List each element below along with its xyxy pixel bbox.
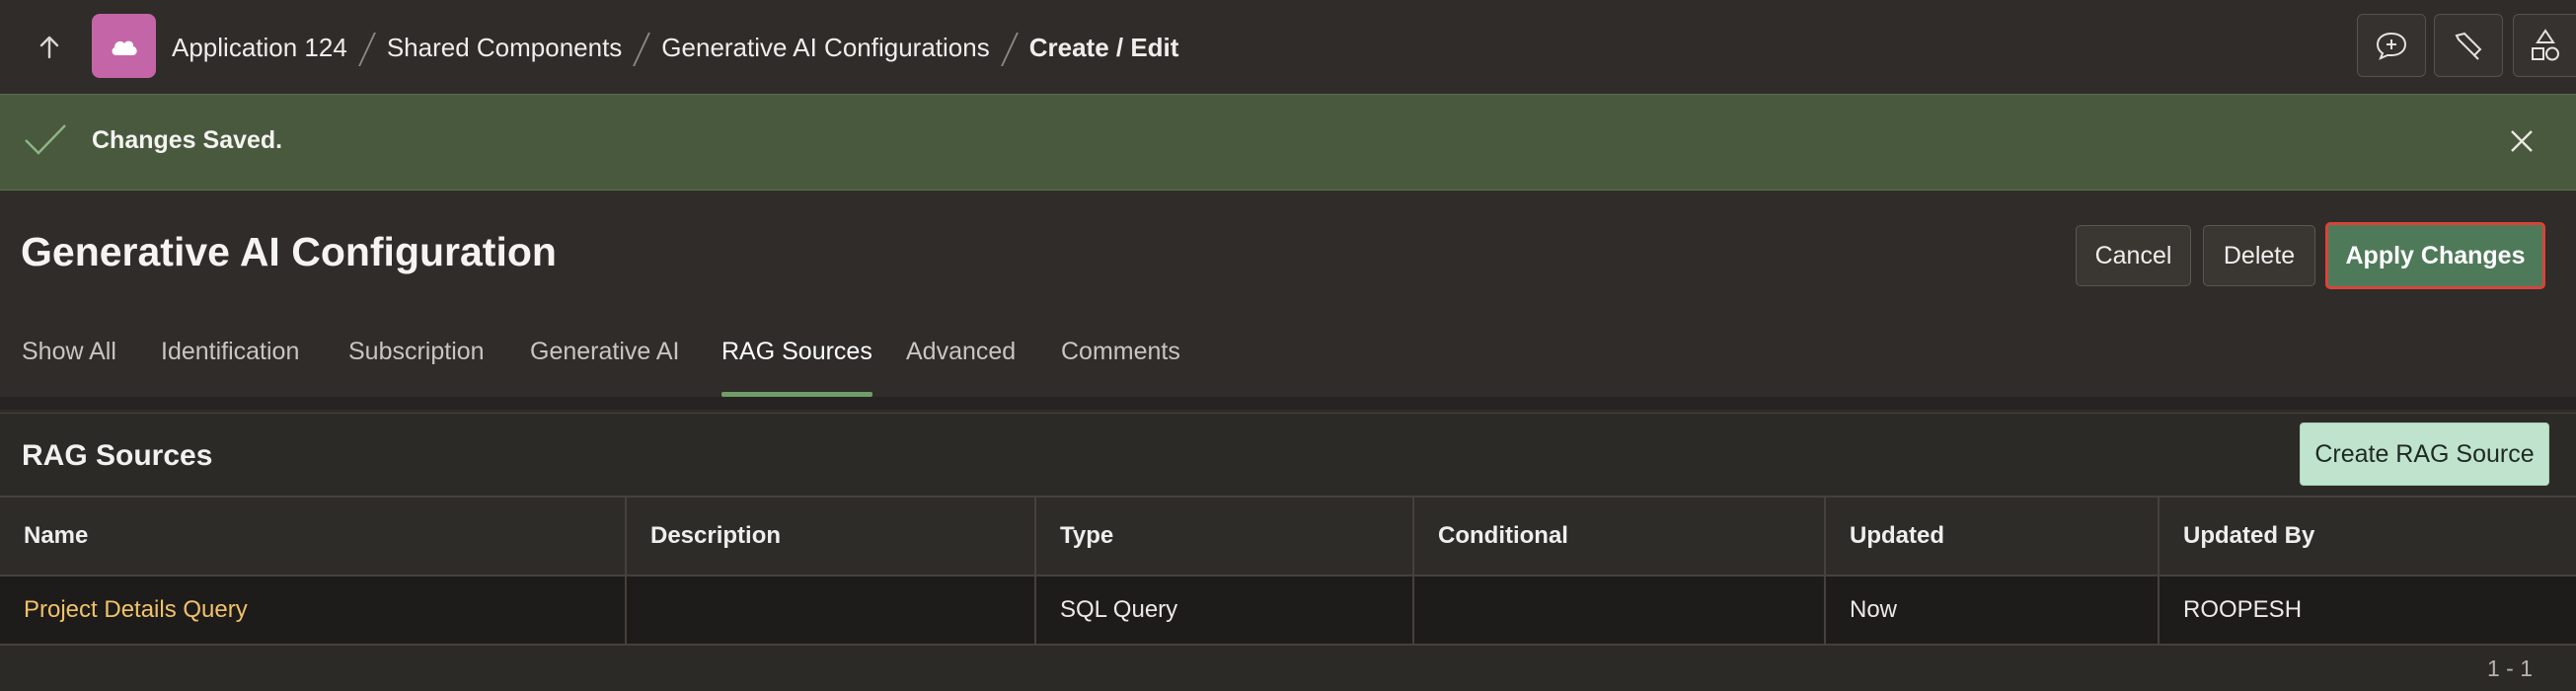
table-row: Project Details Query SQL Query Now ROOP…	[0, 576, 2576, 646]
cell-type: SQL Query	[1036, 576, 1414, 644]
success-message: Changes Saved.	[92, 126, 283, 154]
column-header-type[interactable]: Type	[1036, 498, 1414, 575]
breadcrumb-item-genai-configurations[interactable]: Generative AI Configurations	[661, 33, 989, 63]
tab-rag-sources[interactable]: RAG Sources	[721, 338, 872, 397]
feedback-icon[interactable]	[2357, 14, 2426, 77]
cell-conditional	[1414, 576, 1826, 644]
tab-comments[interactable]: Comments	[1061, 338, 1180, 397]
column-header-name[interactable]: Name	[0, 498, 627, 575]
developer-toolbar-icon[interactable]	[2434, 14, 2503, 77]
breadcrumb-separator	[635, 31, 648, 64]
breadcrumb: Application 124 Shared Components Genera…	[172, 28, 1178, 67]
tab-advanced[interactable]: Advanced	[906, 338, 1016, 397]
breadcrumb-item-shared-components[interactable]: Shared Components	[387, 33, 622, 63]
check-icon	[24, 122, 67, 162]
shared-components-icon[interactable]	[2513, 14, 2576, 77]
tab-identification[interactable]: Identification	[161, 338, 299, 397]
cell-updated-by: ROOPESH	[2183, 596, 2303, 623]
breadcrumb-separator	[1003, 31, 1017, 64]
region-title: RAG Sources	[22, 439, 213, 472]
cell-updated: Now	[1826, 576, 2159, 644]
tab-generative-ai[interactable]: Generative AI	[530, 338, 679, 397]
column-header-conditional[interactable]: Conditional	[1414, 498, 1826, 575]
pagination-range: 1 - 1	[2487, 655, 2534, 681]
create-rag-source-button[interactable]: Create RAG Source	[2300, 422, 2549, 486]
close-icon[interactable]	[2505, 124, 2538, 158]
table-header: Name Description Type Conditional Update…	[0, 496, 2576, 576]
up-arrow-icon[interactable]	[28, 28, 71, 67]
success-banner: Changes Saved.	[0, 94, 2576, 191]
breadcrumb-separator	[360, 31, 374, 64]
breadcrumb-item-application[interactable]: Application 124	[172, 33, 347, 63]
top-bar: Application 124 Shared Components Genera…	[0, 0, 2576, 94]
tab-show-all[interactable]: Show All	[22, 338, 116, 397]
column-header-description[interactable]: Description	[627, 498, 1036, 575]
apply-changes-button[interactable]: Apply Changes	[2325, 222, 2545, 289]
rag-source-name-link[interactable]: Project Details Query	[0, 576, 627, 644]
cancel-button[interactable]: Cancel	[2076, 225, 2191, 286]
column-header-updated-by[interactable]: Updated By	[2159, 498, 2576, 575]
page-title: Generative AI Configuration	[21, 229, 557, 274]
delete-button[interactable]: Delete	[2203, 225, 2315, 286]
breadcrumb-current: Create / Edit	[1028, 32, 1179, 62]
column-header-updated[interactable]: Updated	[1826, 498, 2159, 575]
cell-description	[627, 576, 1036, 644]
tabs-divider	[0, 397, 2576, 410]
app-cloud-icon[interactable]	[92, 14, 156, 78]
tab-subscription[interactable]: Subscription	[348, 338, 485, 397]
